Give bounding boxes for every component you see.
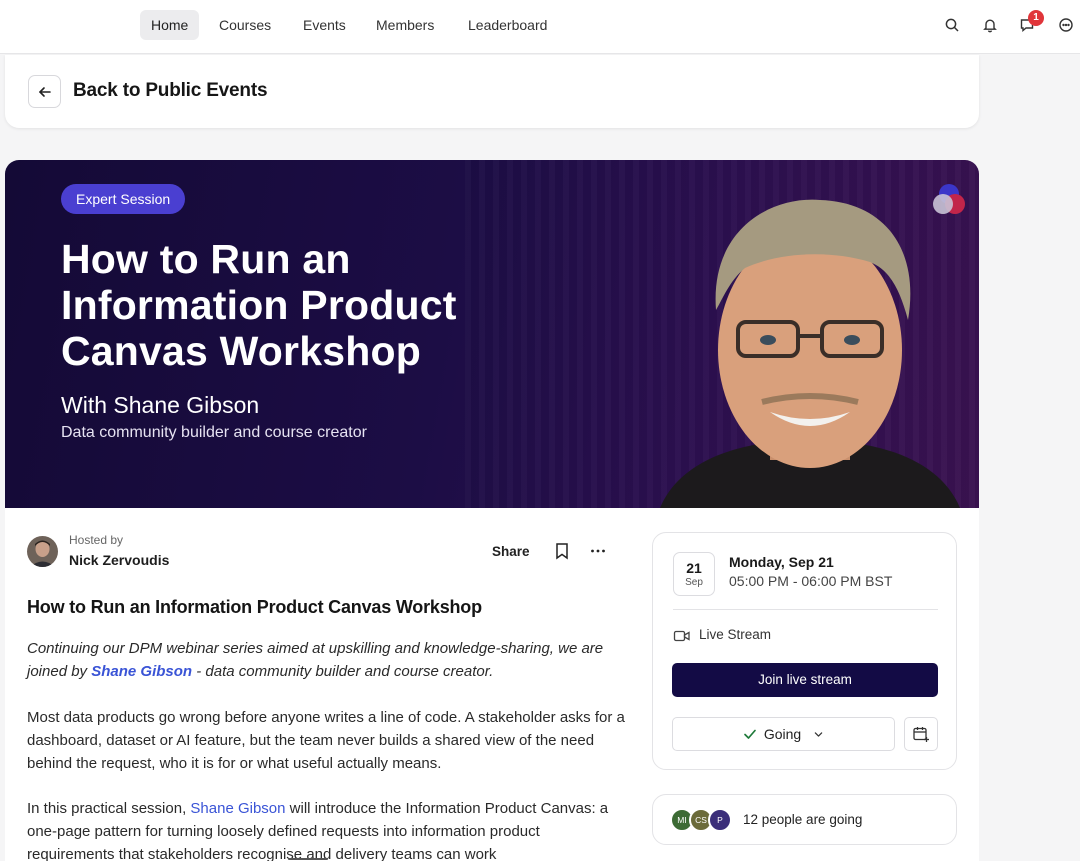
scroll-indicator	[288, 858, 328, 860]
attendee-avatar: P	[708, 808, 732, 832]
going-label: Going	[763, 726, 802, 742]
messages-icon[interactable]: 1	[1016, 10, 1044, 36]
search-icon[interactable]	[941, 14, 963, 36]
host-name[interactable]: Nick Zervoudis	[69, 552, 169, 568]
going-rsvp-button[interactable]: Going	[672, 717, 895, 751]
date-month: Sep	[685, 577, 703, 588]
chevron-down-icon	[814, 731, 823, 737]
bell-icon[interactable]	[979, 14, 1001, 36]
back-button[interactable]	[28, 75, 61, 108]
event-description-paragraph: Most data products go wrong before anyon…	[27, 709, 625, 772]
event-card: Expert Session How to Run an Information…	[5, 160, 979, 861]
banner-subtitle: Data community builder and course creato…	[61, 424, 367, 441]
date-badge: 21 Sep	[673, 552, 715, 596]
date-label: Monday, Sep 21	[729, 554, 834, 570]
hosted-by-label: Hosted by	[69, 533, 124, 547]
chat-icon[interactable]	[1055, 14, 1077, 36]
video-icon	[673, 630, 690, 642]
schedule-card: 21 Sep Monday, Sep 21 05:00 PM - 06:00 P…	[652, 532, 957, 770]
join-live-stream-button[interactable]: Join live stream	[672, 663, 938, 697]
event-banner: Expert Session How to Run an Information…	[5, 160, 979, 508]
check-icon	[743, 729, 756, 739]
more-icon[interactable]	[588, 541, 608, 561]
session-badge: Expert Session	[61, 184, 186, 214]
notification-badge: 1	[1028, 10, 1044, 26]
back-header-card: Back to Public Events	[5, 55, 979, 128]
nav-events[interactable]: Events	[292, 10, 357, 40]
speaker-link[interactable]: Shane Gibson	[91, 663, 192, 680]
event-title: How to Run an Information Product Canvas…	[27, 597, 482, 617]
top-navigation: Home Courses Events Members Leaderboard …	[0, 0, 1080, 54]
attendees-card[interactable]: MI CS P 12 people are going	[652, 794, 957, 845]
location-type: Live Stream	[699, 627, 772, 642]
share-button[interactable]: Share	[492, 544, 530, 559]
banner-title: How to Run an Information Product Canvas…	[61, 236, 457, 374]
speaker-portrait	[660, 199, 960, 508]
attendees-summary: 12 people are going	[743, 812, 863, 827]
nav-members[interactable]: Members	[365, 10, 445, 40]
speaker-link-2[interactable]: Shane Gibson	[190, 800, 285, 817]
host-avatar[interactable]	[27, 536, 58, 567]
bookmark-icon[interactable]	[552, 541, 572, 561]
event-description-paragraph-2: In this practical session, Shane Gibson …	[27, 800, 609, 861]
divider	[673, 609, 938, 610]
nav-leaderboard[interactable]: Leaderboard	[457, 10, 558, 40]
add-to-calendar-button[interactable]	[904, 717, 938, 751]
arrow-left-icon	[38, 86, 51, 97]
time-range: 05:00 PM - 06:00 PM BST	[729, 573, 893, 589]
nav-home[interactable]: Home	[140, 10, 200, 40]
calendar-add-icon	[913, 727, 929, 742]
back-link-title[interactable]: Back to Public Events	[73, 80, 268, 102]
nav-courses[interactable]: Courses	[208, 10, 282, 40]
event-intro: Continuing our DPM webinar series aimed …	[27, 640, 604, 680]
date-day: 21	[686, 560, 702, 576]
banner-speaker: With Shane Gibson	[61, 392, 260, 418]
